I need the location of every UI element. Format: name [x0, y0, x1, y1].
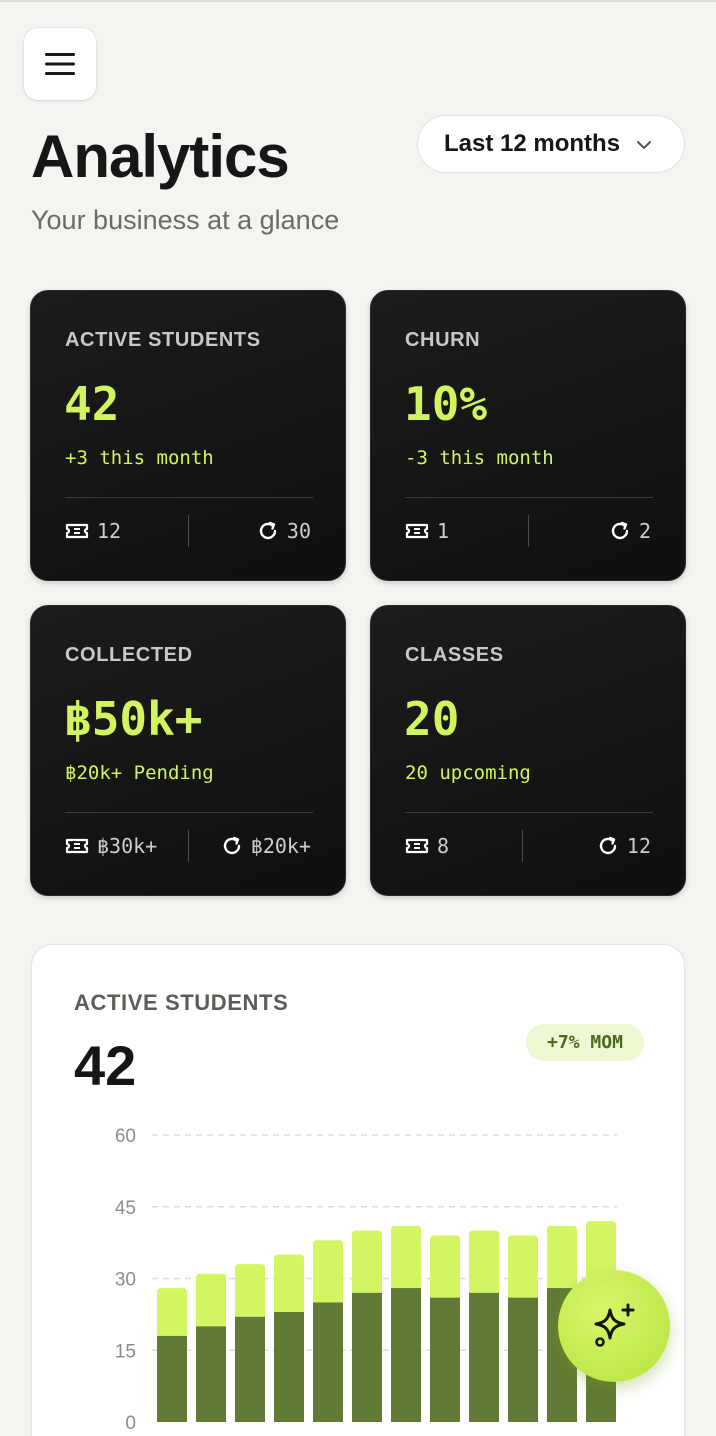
- refresh-icon: [599, 836, 617, 855]
- stat-card-active-students[interactable]: ACTIVE STUDENTS 42 +3 this month 12 30: [30, 290, 346, 581]
- menu-icon: [45, 53, 75, 75]
- stat-divider: [405, 812, 653, 813]
- ticket-icon: [405, 838, 429, 854]
- bar-segment-base: [352, 1292, 382, 1422]
- refresh-icon: [259, 521, 277, 540]
- refresh-icon: [611, 521, 629, 540]
- stat-value: 10%: [404, 377, 488, 431]
- stat-label: ACTIVE STUDENTS: [65, 329, 261, 351]
- bar-segment-top: [235, 1264, 265, 1317]
- ticket-icon: [65, 523, 89, 539]
- stat-foot-left-value: 12: [97, 519, 122, 543]
- stat-foot-left: 12: [65, 519, 121, 543]
- bar-segment-top: [196, 1273, 226, 1327]
- stat-foot-left-value: ฿30k+: [97, 834, 158, 858]
- stat-delta: 20 upcoming: [405, 762, 531, 784]
- bar-segment-top: [508, 1235, 538, 1298]
- stat-delta: +3 this month: [65, 447, 214, 469]
- bar-segment-top: [391, 1225, 421, 1289]
- stat-foot-separator: [528, 515, 529, 547]
- stat-delta: -3 this month: [405, 447, 554, 469]
- stat-label: COLLECTED: [65, 644, 193, 666]
- stat-label: CLASSES: [405, 644, 504, 666]
- stat-divider: [65, 812, 313, 813]
- stat-foot-left: ฿30k+: [65, 834, 157, 858]
- stat-foot-separator: [188, 830, 189, 862]
- bar-segment-base: [157, 1335, 187, 1422]
- stat-foot-right: 2: [609, 519, 651, 543]
- stat-foot-right-value: 12: [626, 834, 651, 858]
- stat-foot-separator: [522, 830, 523, 862]
- bar-segment-top: [430, 1235, 460, 1298]
- stat-foot-right-value: 2: [638, 519, 651, 543]
- page-title: Analytics: [31, 123, 290, 190]
- stat-divider: [65, 497, 313, 498]
- y-tick-label: 15: [115, 1341, 136, 1362]
- bar-segment-base: [313, 1302, 343, 1422]
- ai-assistant-button[interactable]: [558, 1270, 670, 1382]
- stat-value: ฿50k+: [64, 692, 203, 746]
- bar-segment-base: [469, 1292, 499, 1422]
- ticket-icon: [405, 523, 429, 539]
- date-range-select[interactable]: Last 12 months: [417, 115, 685, 173]
- bar-segment-base: [196, 1326, 226, 1422]
- stat-delta: ฿20k+ Pending: [65, 762, 214, 784]
- ticket-icon: [65, 838, 89, 854]
- stat-card-churn[interactable]: CHURN 10% -3 this month 1 2: [370, 290, 686, 581]
- stat-foot-right: 30: [257, 519, 311, 543]
- date-range-label: Last 12 months: [444, 130, 621, 157]
- bar-segment-base: [235, 1316, 265, 1422]
- bar-segment-base: [430, 1297, 460, 1422]
- stat-divider: [405, 497, 653, 498]
- bar-segment-base: [508, 1297, 538, 1422]
- y-tick-label: 30: [115, 1270, 136, 1291]
- stat-foot-left: 1: [405, 519, 449, 543]
- stat-foot-right: ฿20k+: [221, 834, 311, 858]
- stat-foot-left-value: 8: [437, 834, 450, 858]
- stat-value: 42: [64, 377, 120, 431]
- stat-foot-right-value: ฿20k+: [250, 834, 311, 858]
- y-tick-label: 45: [115, 1198, 136, 1219]
- refresh-icon: [223, 836, 240, 855]
- stat-foot-left-value: 1: [437, 519, 450, 543]
- y-tick-label: 60: [115, 1126, 136, 1147]
- bar-segment-top: [274, 1254, 304, 1312]
- stat-value: 20: [404, 692, 460, 746]
- stat-label: CHURN: [405, 329, 481, 351]
- sparkle-icon: [594, 1303, 635, 1347]
- bar-segment-top: [313, 1240, 343, 1303]
- bar-segment-top: [469, 1230, 499, 1293]
- top-border: [0, 0, 716, 2]
- stat-foot-separator: [188, 515, 189, 547]
- chevron-down-icon: [637, 141, 651, 149]
- stat-card-collected[interactable]: COLLECTED ฿50k+ ฿20k+ Pending ฿30k+ ฿20k…: [30, 605, 346, 896]
- bar-segment-base: [274, 1311, 304, 1422]
- stat-foot-right-value: 30: [286, 519, 311, 543]
- stat-foot-left: 8: [405, 834, 449, 858]
- bar-segment-top: [547, 1225, 577, 1289]
- bar-segment-base: [391, 1288, 421, 1422]
- stat-card-classes[interactable]: CLASSES 20 20 upcoming 8 12: [370, 605, 686, 896]
- page-subtitle: Your business at a glance: [31, 205, 340, 235]
- menu-button[interactable]: [24, 28, 96, 100]
- stat-foot-right: 12: [597, 834, 651, 858]
- bar-segment-top: [352, 1230, 382, 1293]
- y-tick-label: 0: [125, 1413, 136, 1434]
- bar-segment-top: [157, 1288, 187, 1336]
